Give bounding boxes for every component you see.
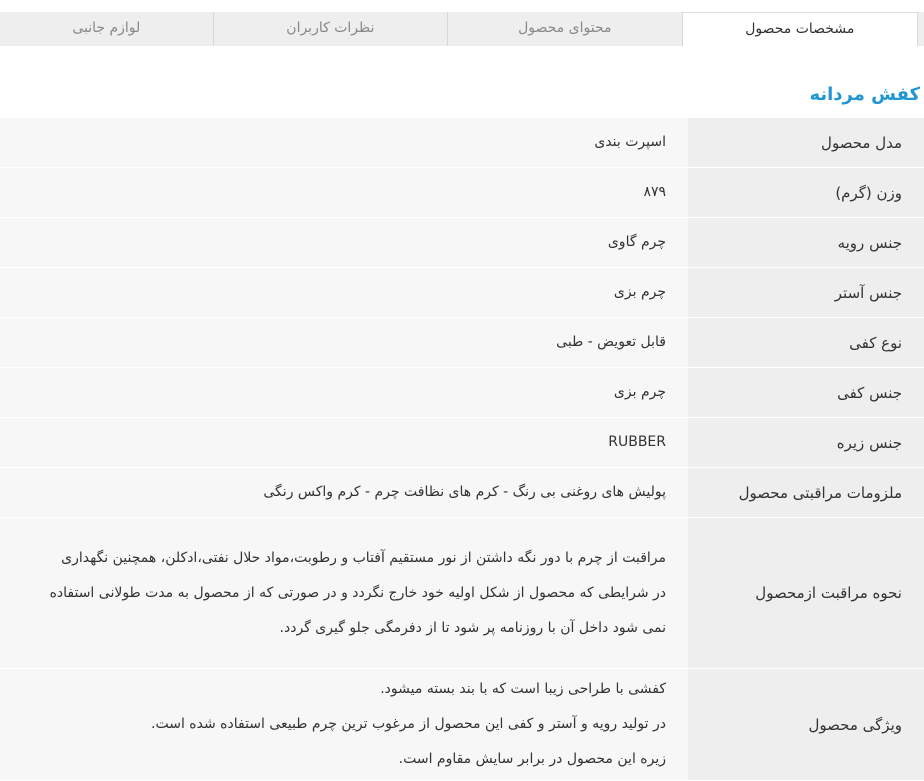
spec-key: نوع کفی	[688, 318, 924, 367]
spec-key: ملزومات مراقبتی محصول	[688, 468, 924, 517]
table-row: نحوه مراقبت ازمحصول مراقبت از چرم با دور…	[0, 518, 924, 669]
table-row: ملزومات مراقبتی محصول پولیش های روغنی بی…	[0, 468, 924, 518]
spec-value: چرم بزی	[0, 368, 688, 417]
spec-value: RUBBER	[0, 418, 688, 467]
spec-key: نحوه مراقبت ازمحصول	[688, 518, 924, 668]
spec-value-line: در شرایطی که محصول از شکل اولیه خود خارج…	[49, 584, 666, 601]
spec-value-line: کفشی با طراحی زیبا است که با بند بسته می…	[380, 681, 666, 697]
spec-value: چرم گاوی	[0, 218, 688, 267]
spec-key: جنس کفی	[688, 368, 924, 417]
tab-user-reviews[interactable]: نظرات کاربران	[212, 12, 448, 46]
table-row: مدل محصول اسپرت بندی	[0, 118, 924, 168]
table-row: جنس کفی چرم بزی	[0, 368, 924, 418]
spec-value: ۸۷۹	[0, 168, 688, 217]
spec-value: پولیش های روغنی بی رنگ - کرم های نظافت چ…	[0, 468, 688, 517]
table-row: ویژگی محصول کفشی با طراحی زیبا است که با…	[0, 669, 924, 781]
spec-value: کفشی با طراحی زیبا است که با بند بسته می…	[0, 669, 688, 780]
spec-value: چرم بزی	[0, 268, 688, 317]
specs-table: مدل محصول اسپرت بندی وزن (گرم) ۸۷۹ جنس ر…	[0, 118, 924, 781]
product-title: کفش مردانه	[809, 84, 920, 105]
tab-product-specs[interactable]: مشخصات محصول	[681, 12, 918, 46]
table-row: نوع کفی قابل تعویض - طبی	[0, 318, 924, 368]
spec-key: جنس زیره	[688, 418, 924, 467]
table-row: جنس زیره RUBBER	[0, 418, 924, 468]
spec-key: ویژگی محصول	[688, 669, 924, 780]
tab-bar: مشخصات محصول محتوای محصول نظرات کاربران …	[0, 12, 924, 46]
spec-value-line: در تولید رویه و آستر و کفی این محصول از …	[151, 716, 666, 732]
table-row: جنس آستر چرم بزی	[0, 268, 924, 318]
spec-key: مدل محصول	[688, 118, 924, 167]
tab-product-content[interactable]: محتوای محصول	[447, 12, 682, 46]
tab-accessories[interactable]: لوازم جانبی	[0, 12, 213, 46]
spec-value: اسپرت بندی	[0, 118, 688, 167]
table-row: وزن (گرم) ۸۷۹	[0, 168, 924, 218]
spec-key: جنس آستر	[688, 268, 924, 317]
spec-value-line: مراقبت از چرم با دور نگه داشتن از نور مس…	[61, 549, 666, 566]
spec-value: مراقبت از چرم با دور نگه داشتن از نور مس…	[0, 518, 688, 668]
spec-value-line: نمی شود داخل آن با روزنامه پر شود تا از …	[279, 619, 666, 636]
spec-key: وزن (گرم)	[688, 168, 924, 217]
spec-key: جنس رویه	[688, 218, 924, 267]
table-row: جنس رویه چرم گاوی	[0, 218, 924, 268]
spec-value: قابل تعویض - طبی	[0, 318, 688, 367]
spec-value-line: زیره این محصول در برابر سایش مقاوم است.	[398, 751, 666, 767]
